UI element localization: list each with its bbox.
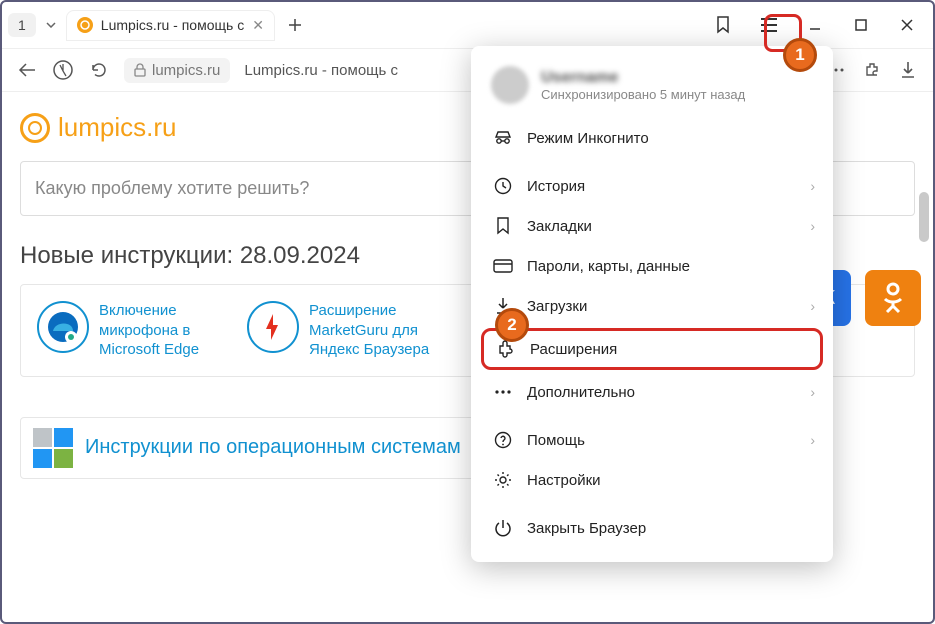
menu-label: Дополнительно <box>527 384 635 401</box>
os-instructions-block[interactable]: Инструкции по операционным системам <box>20 417 490 479</box>
gear-icon <box>493 470 513 490</box>
article-title: Расширение MarketGuru для Яндекс Браузер… <box>309 301 437 360</box>
help-icon <box>493 430 513 450</box>
callout-badge-1: 1 <box>783 38 817 72</box>
menu-more[interactable]: Дополнительно › <box>471 372 833 412</box>
menu-history[interactable]: История › <box>471 166 833 206</box>
menu-label: Пароли, карты, данные <box>527 258 690 275</box>
yandex-browser-logo-icon <box>247 301 299 353</box>
puzzle-icon <box>496 339 516 359</box>
os-collage-icon <box>33 428 73 468</box>
article-card[interactable]: Расширение MarketGuru для Яндекс Браузер… <box>237 295 447 366</box>
maximize-button[interactable] <box>841 9 881 41</box>
os-block-title: Инструкции по операционным системам <box>85 436 461 459</box>
article-card[interactable]: Включение микрофона в Microsoft Edge <box>27 295 237 366</box>
clock-icon <box>493 176 513 196</box>
url-domain: lumpics.ru <box>152 62 220 79</box>
menu-label: Закладки <box>527 218 592 235</box>
menu-user-row[interactable]: Username Синхронизировано 5 минут назад <box>471 56 833 118</box>
article-title: Включение микрофона в Microsoft Edge <box>99 301 227 360</box>
menu-settings[interactable]: Настройки <box>471 460 833 500</box>
browser-tab[interactable]: Lumpics.ru - помощь с ✕ <box>66 10 275 41</box>
bookmark-ribbon-icon[interactable] <box>703 9 743 41</box>
chevron-right-icon: › <box>810 384 815 400</box>
menu-label: Помощь <box>527 432 585 449</box>
tab-group-count[interactable]: 1 <box>8 13 36 37</box>
user-name: Username <box>541 69 745 87</box>
chevron-right-icon: › <box>810 298 815 314</box>
favicon-icon <box>77 17 93 33</box>
menu-label: Расширения <box>530 341 617 358</box>
card-icon <box>493 256 513 276</box>
bookmark-icon <box>493 216 513 236</box>
edge-logo-icon <box>37 301 89 353</box>
main-menu-dropdown: Username Синхронизировано 5 минут назад … <box>471 46 833 562</box>
page-title-inline: Lumpics.ru - помощь с <box>244 62 398 79</box>
ok-button[interactable] <box>865 270 921 326</box>
menu-help[interactable]: Помощь › <box>471 420 833 460</box>
menu-label: Режим Инкогнито <box>527 130 649 147</box>
menu-label: Закрыть Браузер <box>527 520 646 537</box>
power-icon <box>493 518 513 538</box>
incognito-icon <box>493 128 513 148</box>
url-box[interactable]: lumpics.ru <box>124 58 230 83</box>
menu-close-browser[interactable]: Закрыть Браузер <box>471 508 833 548</box>
chevron-down-icon[interactable] <box>42 14 60 36</box>
callout-badge-2: 2 <box>495 308 529 342</box>
extension-puzzle-icon[interactable] <box>861 59 883 81</box>
chevron-right-icon: › <box>810 432 815 448</box>
new-tab-button[interactable] <box>281 11 309 39</box>
menu-label: История <box>527 178 585 195</box>
menu-extensions[interactable]: Расширения <box>481 328 823 370</box>
back-arrow-icon[interactable] <box>16 59 38 81</box>
sync-status: Синхронизировано 5 минут назад <box>541 87 745 102</box>
close-icon[interactable]: ✕ <box>252 17 264 34</box>
chevron-right-icon: › <box>810 218 815 234</box>
menu-label: Загрузки <box>527 298 587 315</box>
yandex-logo-icon[interactable] <box>52 59 74 81</box>
lock-icon <box>134 63 146 77</box>
dots-icon <box>493 382 513 402</box>
reload-icon[interactable] <box>88 59 110 81</box>
brand-logo-icon <box>20 113 50 143</box>
chevron-right-icon: › <box>810 178 815 194</box>
avatar <box>491 66 529 104</box>
menu-incognito[interactable]: Режим Инкогнито <box>471 118 833 158</box>
close-window-button[interactable] <box>887 9 927 41</box>
brand-text: lumpics.ru <box>58 112 176 143</box>
tab-title: Lumpics.ru - помощь с <box>101 17 244 33</box>
menu-passwords[interactable]: Пароли, карты, данные <box>471 246 833 286</box>
scrollbar-thumb[interactable] <box>919 192 929 242</box>
menu-label: Настройки <box>527 472 601 489</box>
menu-bookmarks[interactable]: Закладки › <box>471 206 833 246</box>
download-icon[interactable] <box>897 59 919 81</box>
